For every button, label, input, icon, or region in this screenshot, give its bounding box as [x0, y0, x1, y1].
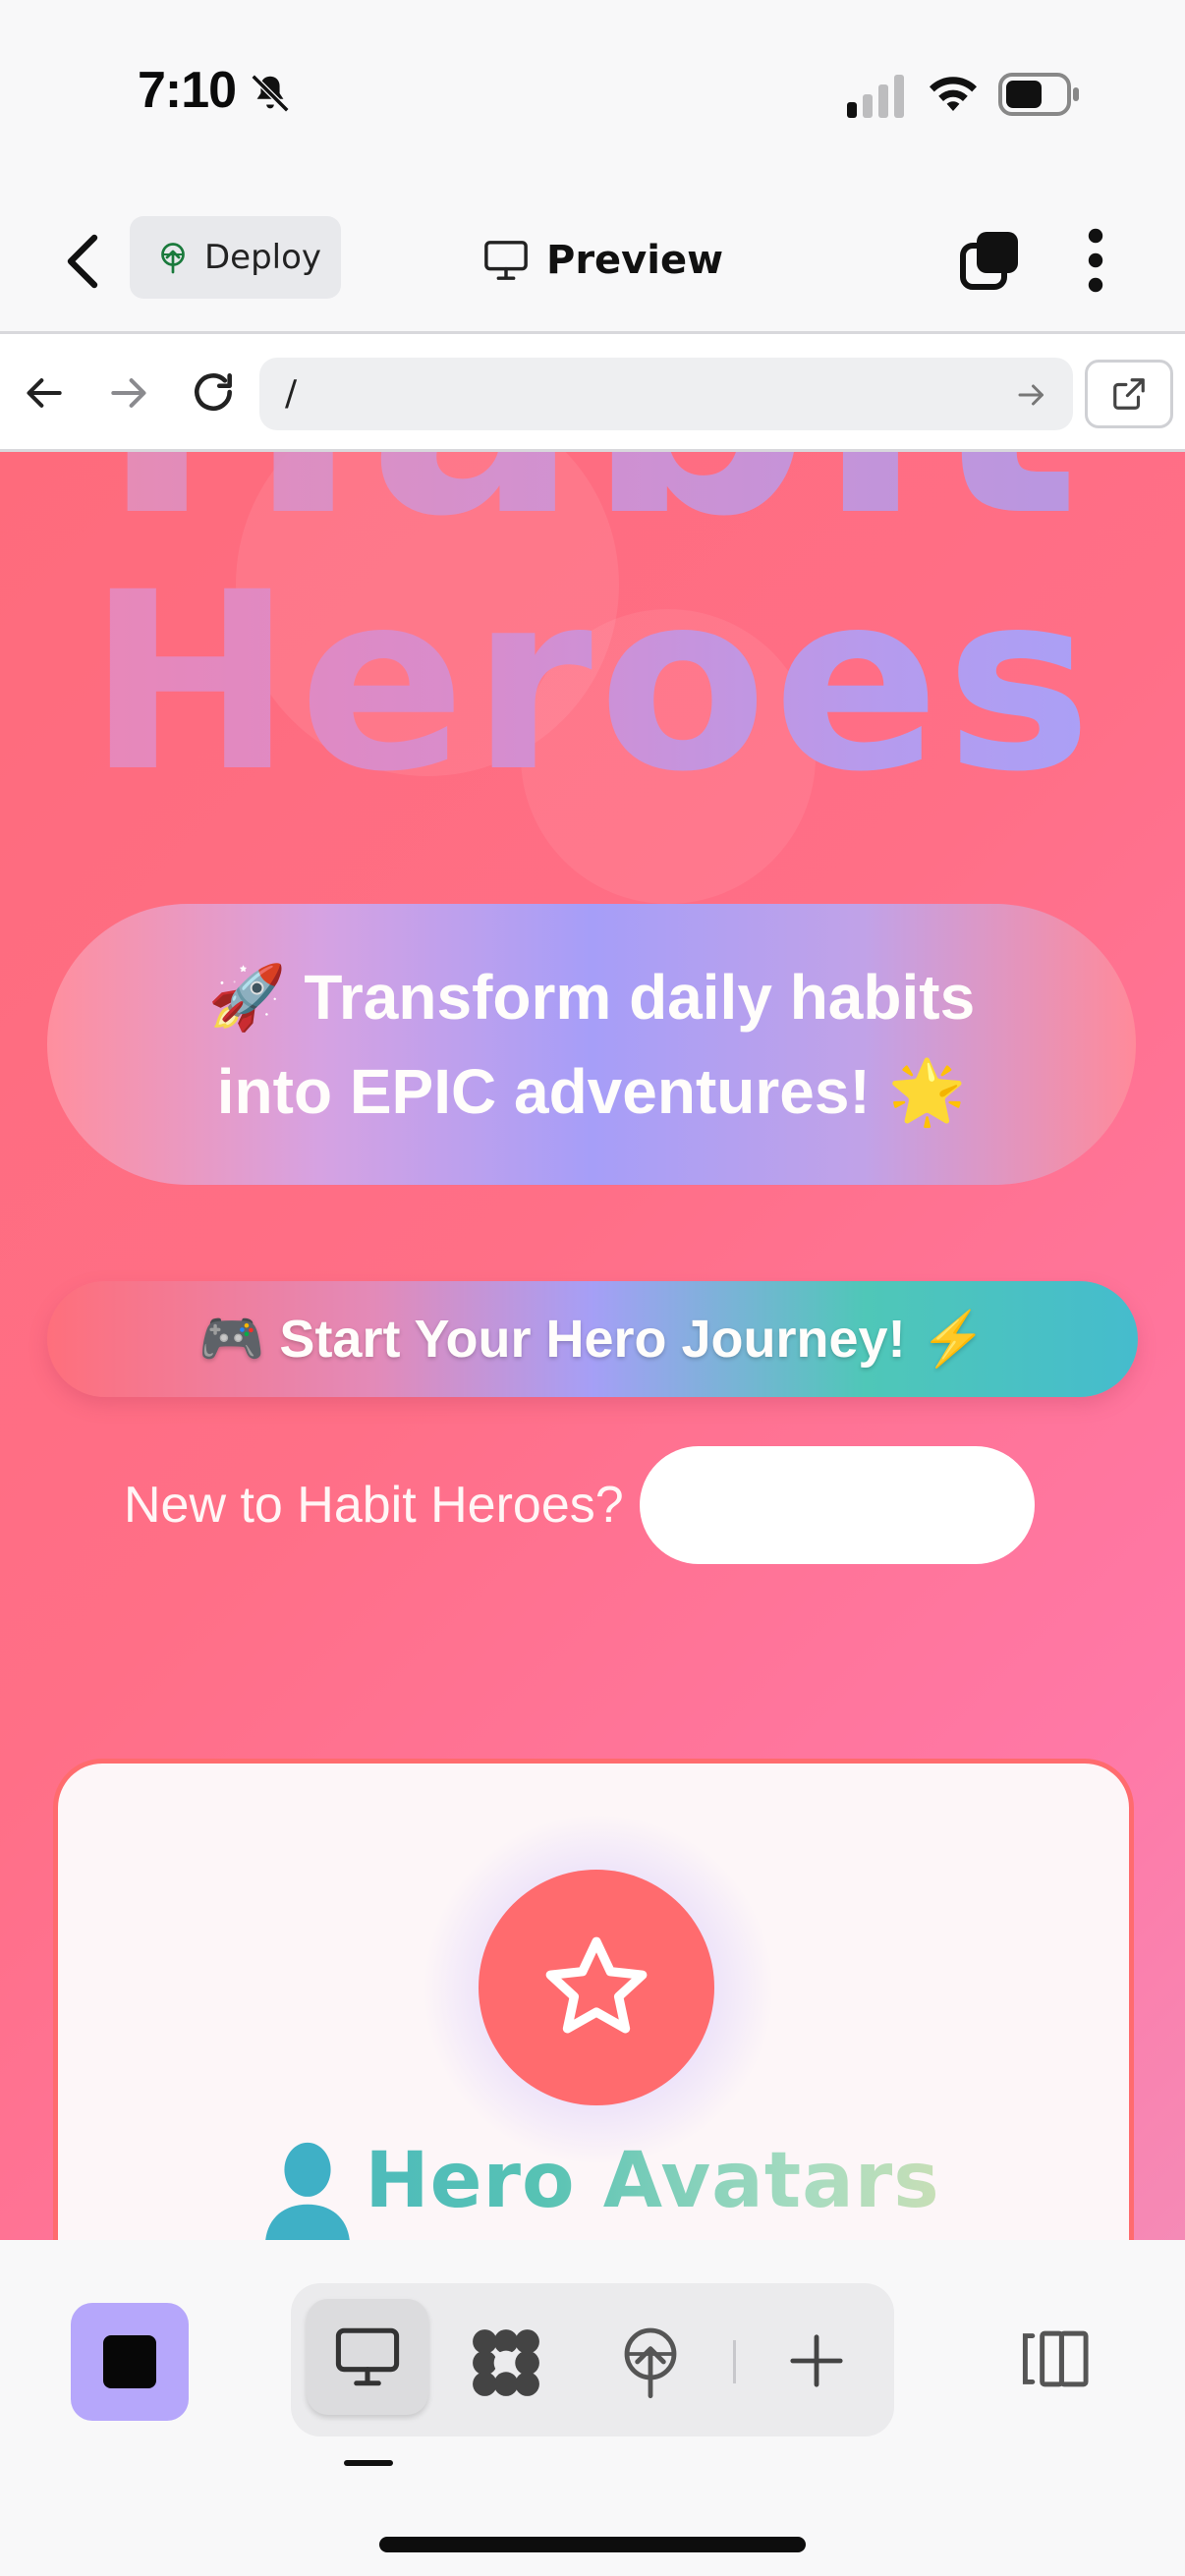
- preview-title: Preview: [483, 226, 723, 295]
- desktop-icon: [484, 241, 528, 280]
- open-external-button[interactable]: [1085, 360, 1173, 428]
- home-indicator[interactable]: [379, 2537, 806, 2552]
- browser-bar: /: [0, 334, 1185, 452]
- hero-title: Heroes: [0, 560, 1185, 806]
- view-switcher: [291, 2283, 894, 2436]
- status-bar: 7:10: [0, 0, 1185, 187]
- deploy-icon[interactable]: [619, 2324, 682, 2399]
- external-link-icon: [1113, 378, 1145, 410]
- tabs-icon[interactable]: [959, 228, 1022, 291]
- signup-prompt: New to Habit Heroes?: [124, 1477, 624, 1534]
- deploy-label: Deploy: [204, 238, 322, 277]
- battery-icon: [998, 73, 1079, 116]
- arrow-left-icon[interactable]: [24, 371, 67, 415]
- feature-heading: Hero Avatars: [58, 2137, 1129, 2225]
- deploy-button[interactable]: Deploy: [130, 216, 341, 299]
- start-journey-button[interactable]: 🎮 Start Your Hero Journey! ⚡: [47, 1281, 1138, 1397]
- grid-dots-icon[interactable]: [470, 2326, 542, 2399]
- url-text: /: [285, 373, 298, 414]
- stop-button[interactable]: [71, 2303, 189, 2421]
- reload-icon[interactable]: [189, 367, 238, 417]
- feature-heading-text: Hero Avatars: [365, 2137, 940, 2225]
- start-journey-label: 🎮 Start Your Hero Journey! ⚡: [198, 1309, 987, 1369]
- plus-icon[interactable]: [788, 2332, 845, 2389]
- tagline-pill: 🚀 Transform daily habits into EPIC adven…: [47, 904, 1136, 1185]
- desktop-view-button[interactable]: [307, 2299, 428, 2415]
- page-title: Preview: [546, 238, 724, 283]
- tagline-text: 🚀 Transform daily habits into EPIC adven…: [207, 962, 976, 1127]
- active-tab-indicator: [344, 2460, 393, 2466]
- toolbar-divider: [733, 2340, 736, 2383]
- desktop-icon: [335, 2327, 400, 2386]
- kebab-icon[interactable]: [1081, 228, 1110, 293]
- arrow-right-icon[interactable]: [106, 371, 149, 415]
- deploy-icon: [161, 243, 185, 274]
- feature-card: Hero Avatars: [53, 1759, 1134, 2240]
- url-input[interactable]: /: [259, 358, 1073, 430]
- signup-row: New to Habit Heroes?: [124, 1446, 1035, 1564]
- status-time: 7:10: [138, 62, 237, 119]
- panel-toggle-icon[interactable]: [1018, 2328, 1091, 2389]
- signup-button[interactable]: [639, 1446, 1035, 1564]
- bottom-toolbar: [0, 2240, 1185, 2576]
- feature-icon-circle: [479, 1870, 714, 2105]
- star-icon: [545, 1936, 648, 2034]
- preview-page: Habit Heroes 🚀 Transform daily habits in…: [0, 452, 1185, 2240]
- wifi-icon: [930, 77, 977, 111]
- signal-icon: [847, 75, 904, 118]
- bell-slash-icon: [251, 74, 290, 113]
- go-arrow-icon[interactable]: [1014, 377, 1049, 413]
- stop-square-icon: [103, 2335, 156, 2388]
- app-header: Deploy Preview: [0, 187, 1185, 334]
- chevron-left-icon[interactable]: [59, 232, 108, 291]
